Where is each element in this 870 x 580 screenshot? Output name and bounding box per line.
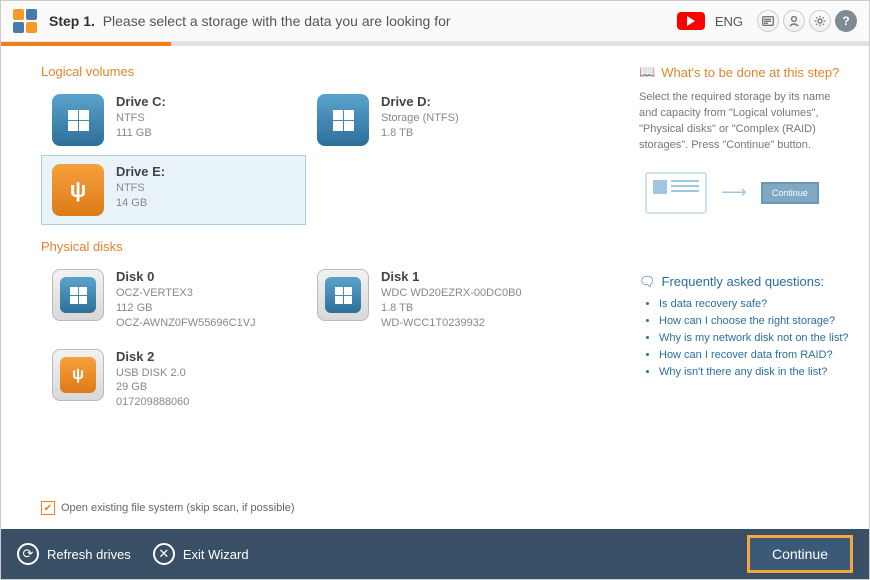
physical-disks-grid: Disk 0 OCZ-VERTEX3 112 GB OCZ-AWNZ0FW556… — [41, 260, 619, 419]
header-bar: Step 1. Please select a storage with the… — [1, 1, 869, 42]
volume-item-selected[interactable]: ψ Drive E: NTFS 14 GB — [41, 155, 306, 225]
help-panel: 📖 What's to be done at this step? Select… — [629, 46, 869, 495]
book-icon: 📖 — [639, 64, 655, 80]
logical-volumes-grid: Drive C: NTFS 111 GB Drive D: Storage (N… — [41, 85, 619, 225]
help-button[interactable]: ? — [835, 10, 857, 32]
language-selector[interactable]: ENG — [715, 14, 743, 29]
faq-link[interactable]: How can I recover data from RAID? — [659, 349, 849, 361]
help-heading: 📖 What's to be done at this step? — [639, 64, 849, 80]
step-description: Please select a storage with the data yo… — [103, 13, 451, 29]
disk-item[interactable]: Disk 0 OCZ-VERTEX3 112 GB OCZ-AWNZ0FW556… — [41, 260, 306, 340]
refresh-icon: ⟳ — [17, 543, 39, 565]
volume-size: 14 GB — [116, 196, 165, 211]
usb-drive-icon: ψ — [52, 164, 104, 216]
youtube-icon[interactable] — [677, 12, 705, 30]
disk-name: Disk 0 — [116, 269, 256, 284]
refresh-drives-button[interactable]: ⟳ Refresh drives — [17, 543, 131, 565]
footer-bar: ⟳ Refresh drives ✕ Exit Wizard Continue — [1, 529, 869, 579]
disk-item[interactable]: Disk 1 WDC WD20EZRX-00DC0B0 1.8 TB WD-WC… — [306, 260, 571, 340]
page-title: Step 1. Please select a storage with the… — [49, 13, 677, 29]
app-logo-icon — [13, 9, 37, 33]
disk-name: Disk 1 — [381, 269, 522, 284]
storage-list-panel: Logical volumes Drive C: NTFS 111 GB Dri… — [1, 46, 629, 495]
volume-fs: NTFS — [116, 181, 165, 196]
disk-name: Disk 2 — [116, 349, 189, 364]
volume-name: Drive D: — [381, 94, 459, 109]
faq-icon: 🗨 — [639, 274, 656, 290]
section-logical-title: Logical volumes — [41, 64, 619, 79]
checkbox-label: Open existing file system (skip scan, if… — [61, 502, 295, 514]
skip-scan-checkbox-row[interactable]: ✔ Open existing file system (skip scan, … — [1, 495, 869, 529]
step-number: Step 1. — [49, 13, 95, 29]
settings-button[interactable] — [809, 10, 831, 32]
volume-size: 1.8 TB — [381, 126, 459, 141]
continue-button[interactable]: Continue — [747, 535, 853, 573]
diagram-continue-icon: Continue — [761, 182, 819, 204]
diagram-card-icon — [645, 172, 707, 214]
checkbox-icon: ✔ — [41, 501, 55, 515]
close-icon: ✕ — [153, 543, 175, 565]
help-text: Select the required storage by its name … — [639, 90, 849, 154]
drive-icon — [52, 94, 104, 146]
main-area: Logical volumes Drive C: NTFS 111 GB Dri… — [1, 46, 869, 495]
help-diagram: ⟶ Continue — [639, 172, 849, 214]
volume-name: Drive C: — [116, 94, 166, 109]
volume-fs: NTFS — [116, 111, 166, 126]
physical-disk-icon: ψ — [52, 349, 104, 401]
faq-link[interactable]: How can I choose the right storage? — [659, 315, 849, 327]
faq-list: Is data recovery safe? How can I choose … — [639, 298, 849, 378]
volume-item[interactable]: Drive D: Storage (NTFS) 1.8 TB — [306, 85, 571, 155]
volume-name: Drive E: — [116, 164, 165, 179]
volume-item[interactable]: Drive C: NTFS 111 GB — [41, 85, 306, 155]
physical-disk-icon — [317, 269, 369, 321]
volume-fs: Storage (NTFS) — [381, 111, 459, 126]
disk-item[interactable]: ψ Disk 2 USB DISK 2.0 29 GB 017209888060 — [41, 340, 306, 420]
physical-disk-icon — [52, 269, 104, 321]
exit-wizard-button[interactable]: ✕ Exit Wizard — [153, 543, 249, 565]
faq-link[interactable]: Why isn't there any disk in the list? — [659, 366, 849, 378]
volume-size: 111 GB — [116, 126, 166, 141]
arrow-right-icon: ⟶ — [721, 182, 747, 203]
account-button[interactable] — [783, 10, 805, 32]
section-physical-title: Physical disks — [41, 239, 619, 254]
drive-icon — [317, 94, 369, 146]
faq-heading: 🗨 Frequently asked questions: — [639, 274, 849, 290]
faq-link[interactable]: Is data recovery safe? — [659, 298, 849, 310]
news-button[interactable] — [757, 10, 779, 32]
faq-link[interactable]: Why is my network disk not on the list? — [659, 332, 849, 344]
app-window: { "header": { "step_label": "Step 1.", "… — [0, 0, 870, 580]
